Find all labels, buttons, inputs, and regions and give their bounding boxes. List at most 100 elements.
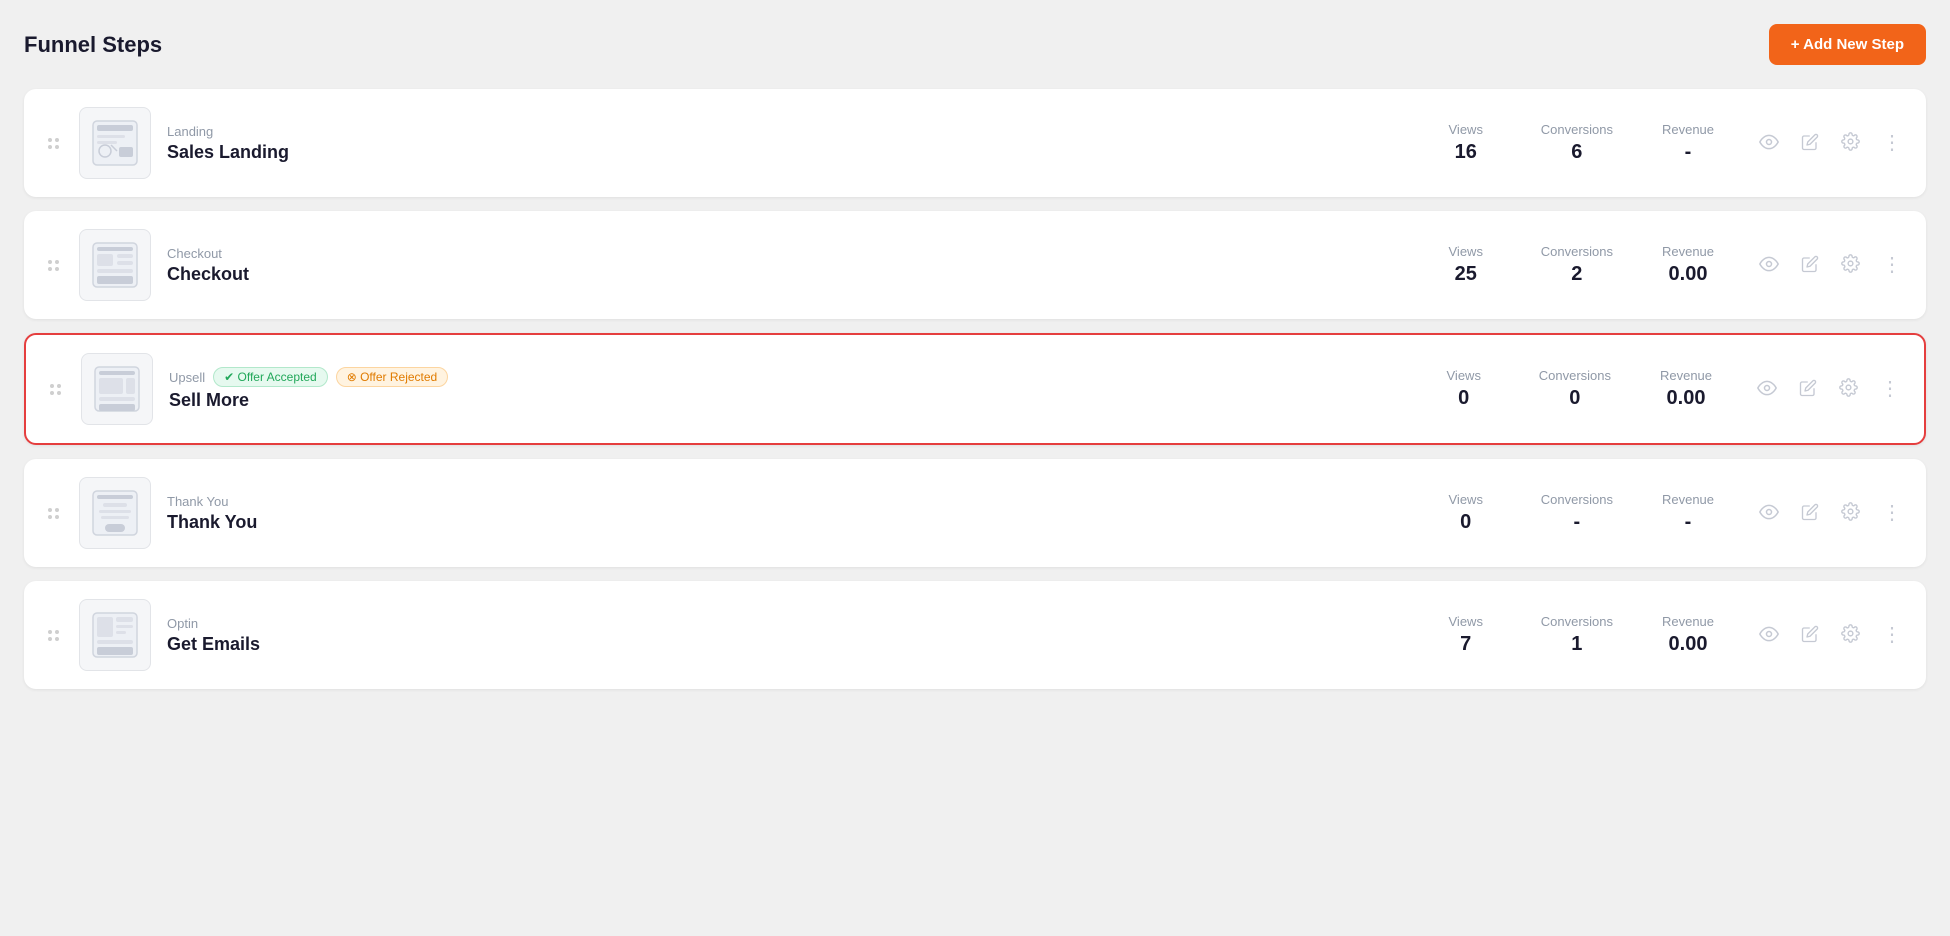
step-name: Sales Landing (167, 142, 1415, 163)
revenue-label: Revenue (1653, 492, 1723, 507)
drag-handle[interactable] (44, 626, 63, 645)
step-type: Thank You (167, 494, 1415, 509)
step-card-4: Thank You Thank You Views 0 Conversions … (24, 459, 1926, 567)
settings-icon[interactable] (1837, 620, 1864, 650)
more-options-icon[interactable]: ⋮ (1876, 375, 1904, 403)
step-type-label: Landing (167, 124, 213, 139)
drag-handle[interactable] (44, 504, 63, 523)
views-label: Views (1431, 244, 1501, 259)
edit-icon[interactable] (1795, 375, 1821, 404)
step-thumbnail (79, 599, 151, 671)
add-new-step-button[interactable]: + Add New Step (1769, 24, 1926, 65)
more-options-icon[interactable]: ⋮ (1878, 499, 1906, 527)
stat-conversions: Conversions 6 (1541, 122, 1613, 164)
view-icon[interactable] (1755, 620, 1783, 651)
conversions-value: - (1541, 511, 1613, 534)
step-actions: ⋮ (1755, 620, 1906, 651)
revenue-label: Revenue (1653, 244, 1723, 259)
step-card-1: Landing Sales Landing Views 16 Conversio… (24, 89, 1926, 197)
views-label: Views (1431, 492, 1501, 507)
step-stats: Views 25 Conversions 2 Revenue 0.00 (1431, 244, 1723, 286)
step-name: Checkout (167, 264, 1415, 285)
conversions-label: Conversions (1541, 244, 1613, 259)
stat-views: Views 25 (1431, 244, 1501, 286)
more-options-icon[interactable]: ⋮ (1878, 129, 1906, 157)
conversions-label: Conversions (1539, 368, 1611, 383)
step-stats: Views 0 Conversions - Revenue - (1431, 492, 1723, 534)
view-icon[interactable] (1755, 498, 1783, 529)
step-info: Upsell ✔ Offer Accepted⊗ Offer Rejected … (169, 367, 1413, 411)
step-actions: ⋮ (1755, 128, 1906, 159)
badge-accepted: ✔ Offer Accepted (213, 367, 328, 387)
edit-icon[interactable] (1797, 621, 1823, 650)
more-options-icon[interactable]: ⋮ (1878, 621, 1906, 649)
stat-revenue: Revenue - (1653, 122, 1723, 164)
views-value: 0 (1431, 511, 1501, 534)
step-name: Sell More (169, 390, 1413, 411)
step-type-label: Optin (167, 616, 198, 631)
page-title: Funnel Steps (24, 32, 162, 58)
settings-icon[interactable] (1837, 498, 1864, 528)
badge-rejected: ⊗ Offer Rejected (336, 367, 449, 387)
revenue-label: Revenue (1653, 614, 1723, 629)
conversions-label: Conversions (1541, 492, 1613, 507)
revenue-value: - (1653, 141, 1723, 164)
stat-views: Views 0 (1431, 492, 1501, 534)
step-stats: Views 16 Conversions 6 Revenue - (1431, 122, 1723, 164)
step-info: Checkout Checkout (167, 246, 1415, 285)
stat-views: Views 7 (1431, 614, 1501, 656)
drag-handle[interactable] (46, 380, 65, 399)
revenue-value: 0.00 (1651, 387, 1721, 410)
step-type-label: Upsell (169, 370, 205, 385)
drag-handle[interactable] (44, 256, 63, 275)
settings-icon[interactable] (1835, 374, 1862, 404)
views-value: 16 (1431, 141, 1501, 164)
revenue-value: 0.00 (1653, 263, 1723, 286)
step-card-5: Optin Get Emails Views 7 Conversions 1 R… (24, 581, 1926, 689)
step-info: Landing Sales Landing (167, 124, 1415, 163)
revenue-label: Revenue (1653, 122, 1723, 137)
stat-views: Views 16 (1431, 122, 1501, 164)
stat-revenue: Revenue 0.00 (1653, 244, 1723, 286)
step-type-label: Checkout (167, 246, 222, 261)
edit-icon[interactable] (1797, 129, 1823, 158)
views-value: 0 (1429, 387, 1499, 410)
more-options-icon[interactable]: ⋮ (1878, 251, 1906, 279)
revenue-value: 0.00 (1653, 633, 1723, 656)
drag-handle[interactable] (44, 134, 63, 153)
view-icon[interactable] (1755, 128, 1783, 159)
step-info: Thank You Thank You (167, 494, 1415, 533)
stat-revenue: Revenue 0.00 (1653, 614, 1723, 656)
step-card-2: Checkout Checkout Views 25 Conversions 2… (24, 211, 1926, 319)
page-header: Funnel Steps + Add New Step (24, 24, 1926, 65)
stat-conversions: Conversions - (1541, 492, 1613, 534)
step-name: Thank You (167, 512, 1415, 533)
step-name: Get Emails (167, 634, 1415, 655)
step-type: Checkout (167, 246, 1415, 261)
edit-icon[interactable] (1797, 499, 1823, 528)
revenue-value: - (1653, 511, 1723, 534)
conversions-label: Conversions (1541, 122, 1613, 137)
step-info: Optin Get Emails (167, 616, 1415, 655)
settings-icon[interactable] (1837, 128, 1864, 158)
revenue-label: Revenue (1651, 368, 1721, 383)
conversions-value: 1 (1541, 633, 1613, 656)
settings-icon[interactable] (1837, 250, 1864, 280)
step-thumbnail (81, 353, 153, 425)
stat-views: Views 0 (1429, 368, 1499, 410)
step-actions: ⋮ (1753, 374, 1904, 405)
conversions-value: 2 (1541, 263, 1613, 286)
view-icon[interactable] (1755, 250, 1783, 281)
conversions-label: Conversions (1541, 614, 1613, 629)
views-label: Views (1431, 614, 1501, 629)
stat-conversions: Conversions 2 (1541, 244, 1613, 286)
stat-revenue: Revenue 0.00 (1651, 368, 1721, 410)
conversions-value: 6 (1541, 141, 1613, 164)
step-type: Optin (167, 616, 1415, 631)
stat-conversions: Conversions 1 (1541, 614, 1613, 656)
view-icon[interactable] (1753, 374, 1781, 405)
step-thumbnail (79, 107, 151, 179)
stat-revenue: Revenue - (1653, 492, 1723, 534)
views-label: Views (1431, 122, 1501, 137)
edit-icon[interactable] (1797, 251, 1823, 280)
